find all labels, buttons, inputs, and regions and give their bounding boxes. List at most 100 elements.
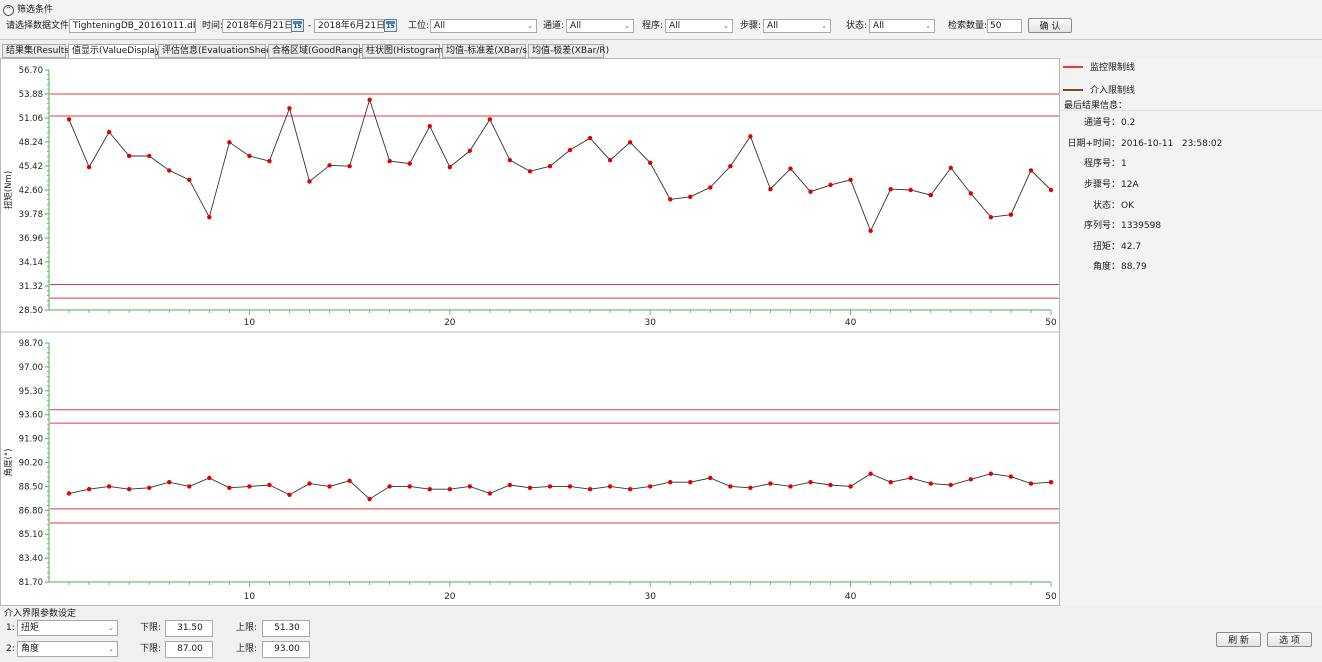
date-to-value: 2018年6月21日 (318, 21, 384, 31)
legend-intervene-label: 介入限制线 (1090, 86, 1136, 96)
date-from-field[interactable]: 2018年6月21日 (222, 19, 292, 33)
options-button[interactable]: 选 项 (1267, 632, 1312, 647)
angle-data-point (267, 482, 272, 488)
angle-xtick-label: 40 (845, 592, 857, 602)
angle-data-point (908, 475, 913, 481)
torque-xtick-label: 40 (845, 318, 857, 328)
chevron-down-icon: ⌄ (624, 22, 630, 30)
channel-label: 通道: (543, 21, 565, 31)
torque-ytick-label: 28.50 (19, 306, 43, 316)
refresh-button[interactable]: 刷 新 (1216, 632, 1261, 647)
row2-lower-label: 下限: (140, 644, 162, 654)
db-file-select[interactable]: TighteningDB_20161011.db ⌄ (69, 19, 196, 33)
torque-data-point (748, 134, 753, 139)
angle-data-point (1048, 479, 1054, 485)
torque-xtick-label: 30 (644, 318, 656, 328)
torque-data-point (487, 117, 493, 122)
torque-data-point (988, 215, 994, 220)
row1-upper-input[interactable]: 51.30 (262, 620, 310, 637)
count-input[interactable]: 50 (987, 19, 1022, 33)
info-divider (1060, 110, 1322, 111)
angle-data-point (567, 484, 573, 489)
tab-xbar-r[interactable]: 均值-极差(XBar/R) (528, 44, 609, 58)
torque-data-point (928, 192, 933, 198)
torque-data-point (848, 177, 853, 182)
tab-histogram[interactable]: 柱状图(Histogram) (362, 44, 447, 58)
torque-data-point (688, 194, 693, 200)
count-label: 检索数量: (948, 21, 988, 31)
calendar-from-icon[interactable]: 15 (291, 19, 304, 32)
row2-upper-input[interactable]: 93.00 (262, 641, 310, 658)
angle-data-point (407, 484, 412, 489)
tab-results[interactable]: 结果集(Results) (2, 44, 73, 58)
row2-lower-input[interactable]: 87.00 (165, 641, 213, 658)
angle-data-point (287, 492, 292, 498)
legend-monitor-label: 监控限制线 (1090, 63, 1136, 73)
torque-ytick-label: 51.06 (19, 114, 43, 124)
program-select[interactable]: All ⌄ (665, 19, 733, 33)
torque-data-point (467, 148, 473, 154)
torque-xtick-label: 10 (244, 318, 256, 328)
db-file-value: TighteningDB_20161011.db (73, 21, 196, 31)
torque-data-point (968, 191, 974, 196)
angle-data-point (487, 491, 493, 496)
angle-data-point (1008, 474, 1014, 479)
angle-data-point (828, 482, 833, 488)
torque-data-point (447, 164, 452, 170)
angle-y-label: 角度(°) (3, 449, 14, 477)
date-separator: - (308, 21, 312, 31)
chevron-down-icon: ⌄ (723, 22, 729, 30)
torque-ytick-label: 42.60 (19, 186, 43, 196)
angle-ytick-label: 95.30 (19, 387, 43, 397)
angle-data-point (507, 482, 513, 488)
channel-select[interactable]: All ⌄ (566, 19, 634, 33)
status-value: All (873, 21, 885, 31)
filter-header[interactable]: ^ 筛选条件 (3, 3, 53, 17)
torque-data-point (527, 169, 533, 174)
chart-panel: 56.70 53.88 51.06 48.24 45.42 42.60 39.78 36.96… (0, 58, 1060, 606)
angle-data-point (607, 484, 613, 489)
angle-ytick-label: 85.10 (19, 530, 43, 540)
row2-param-select[interactable]: 角度 ⌄ (17, 641, 118, 657)
angle-data-point (627, 487, 633, 492)
angle-data-point (167, 479, 172, 485)
angle-data-point (427, 487, 432, 492)
torque-series-line (68, 98, 1052, 233)
date-to-field[interactable]: 2018年6月21日 (314, 19, 384, 33)
row2-index: 2: (6, 644, 15, 654)
filter-panel: ^ 筛选条件 请选择数据文件: TighteningDB_20161011.db… (0, 0, 1322, 40)
row1-lower-input[interactable]: 31.50 (165, 620, 213, 637)
confirm-button[interactable]: 确 认 (1028, 18, 1072, 33)
status-label: 状态: (846, 21, 868, 31)
chevron-down-icon: ⌄ (186, 22, 192, 30)
channel-value: All (570, 21, 582, 31)
collapse-up-icon[interactable]: ^ (3, 4, 14, 16)
calendar-to-icon[interactable]: 15 (384, 19, 397, 32)
step-select[interactable]: All ⌄ (763, 19, 831, 33)
tab-evaluation-sheet[interactable]: 评估信息(EvaluationSheet) (158, 44, 279, 58)
angle-data-point (748, 485, 753, 491)
angle-ytick-label: 88.50 (19, 482, 43, 492)
angle-data-point (668, 479, 673, 485)
torque-data-point (126, 153, 132, 159)
tab-good-range[interactable]: 合格区域(GoodRange) (268, 44, 367, 58)
station-select[interactable]: All ⌄ (430, 19, 537, 33)
angle-data-point (1028, 481, 1034, 486)
status-select[interactable]: All ⌄ (869, 19, 935, 33)
torque-data-point (327, 163, 332, 168)
tab-value-display[interactable]: 值显示(ValueDisplay) (68, 44, 164, 59)
tab-xbar-s[interactable]: 均值-标准差(XBar/s) (442, 44, 531, 58)
torque-data-point (367, 97, 372, 102)
row1-param-select[interactable]: 扭矩 ⌄ (17, 620, 118, 636)
angle-chart: 98.70 97.00 95.30 93.60 91.90 90.20 88.50 86.80… (3, 339, 1059, 602)
angle-data-point (447, 487, 452, 492)
angle-data-point (126, 487, 132, 492)
torque-data-point (106, 129, 112, 135)
torque-data-point (247, 153, 252, 159)
angle-series-line (68, 473, 1052, 500)
torque-data-point (207, 215, 212, 220)
torque-data-point (407, 161, 412, 166)
angle-data-point (247, 484, 252, 489)
torque-data-point (427, 123, 432, 129)
angle-data-point (367, 496, 372, 502)
